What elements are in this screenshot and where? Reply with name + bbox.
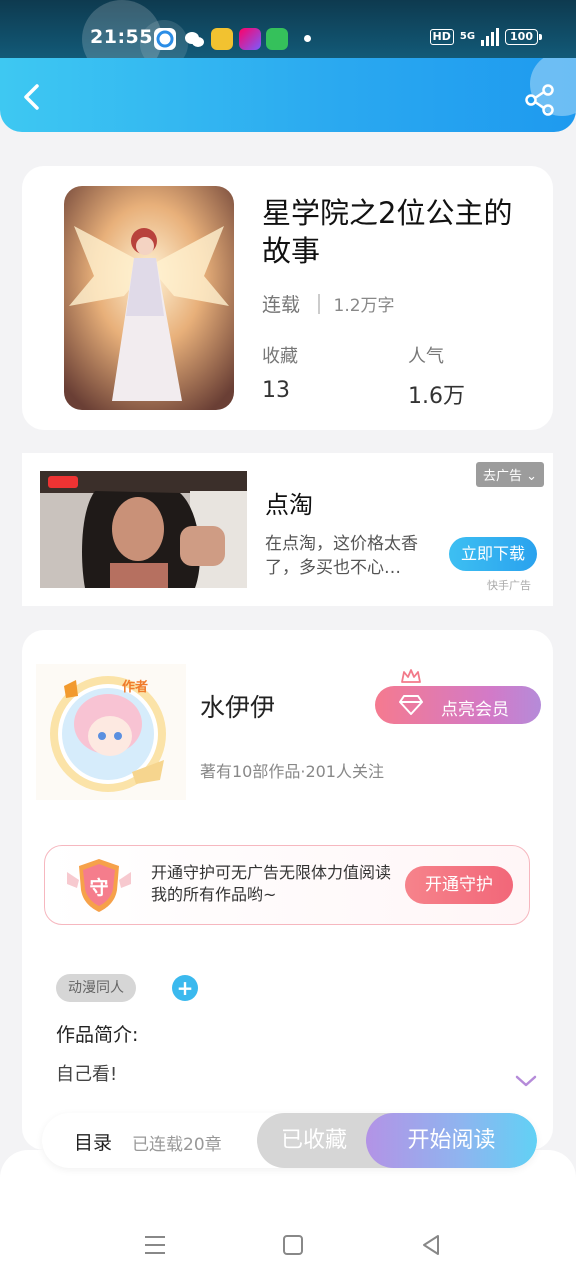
battery-icon: 100 [505,29,542,45]
gallery-app-icon [239,28,261,50]
popularity-stat: 人气 1.6万 [408,342,465,410]
share-icon [525,84,554,116]
favorites-label: 收藏 [262,346,298,367]
top-header [0,58,576,132]
ad-source: 快手广告 [487,579,531,592]
vip-button-label: 点亮会员 [441,700,509,720]
browser-app-icon [154,28,176,50]
book-info-card: 星学院之2位公主的故事 连载 1.2万字 收藏 13 人气 1.6万 [22,166,553,430]
back-triangle-icon[interactable] [418,1232,444,1258]
work-tag[interactable]: 动漫同人 [56,974,136,1002]
home-icon[interactable] [280,1232,306,1258]
reader-app-icon [211,28,233,50]
remove-ad-button[interactable]: 去广告 ⌄ [475,462,544,487]
ad-download-button[interactable]: 立即下载 [449,537,537,571]
chevron-down-icon: ⌄ [526,469,537,484]
remove-ad-label: 去广告 [482,469,522,484]
popularity-label: 人气 [408,346,444,367]
toc-button[interactable]: 目录 [74,1128,112,1155]
expand-chevron-icon[interactable] [515,1074,537,1088]
guard-shield-icon: 守 [67,859,131,912]
clock: 21:55 [90,26,153,48]
ad-banner[interactable]: 点淘 在点淘，这价格太香了，多买也不心… 去广告 ⌄ 立即下载 快手广告 [22,453,553,606]
guard-description: 开通守护可无广告无限体力值阅读我的所有作品哟~ [151,863,392,904]
wechat-app-icon [183,28,205,50]
word-count: 1.2万字 [333,296,395,316]
book-title: 星学院之2位公主的故事 [262,196,513,268]
intro-label: 作品简介: [56,1024,139,1046]
ad-description: 在点淘，这价格太香了，多买也不心… [265,534,418,578]
book-status: 连载 [262,294,301,316]
add-tag-button[interactable]: + [172,975,198,1001]
store-app-icon [266,28,288,50]
ad-title: 点淘 [265,491,313,519]
collected-label: 已收藏 [280,1128,347,1153]
guard-badge-text: 守 [89,876,108,899]
divider [318,293,320,314]
author-avatar[interactable]: 作者 [36,664,186,800]
author-name: 水伊伊 [200,693,276,722]
hd-indicator: HD [429,29,454,45]
network-type: 5G [459,31,476,42]
open-guard-button[interactable]: 开通守护 [405,866,513,904]
ad-image[interactable] [40,471,247,588]
share-button[interactable] [524,84,556,116]
signal-icon [481,28,500,46]
start-reading-button[interactable]: 开始阅读 [366,1113,537,1168]
diamond-icon [399,695,423,715]
book-cover-image[interactable] [64,186,234,410]
crown-icon [401,669,421,683]
favorites-value: 13 [262,378,290,403]
guard-banner: 守 开通守护可无广告无限体力值阅读我的所有作品哟~ 开通守护 [44,845,530,925]
status-bar: 21:55 HD 5G 100 [0,0,576,78]
notification-dot [304,35,311,42]
author-badge: 作者 [122,680,149,695]
vip-button[interactable]: 点亮会员 [375,669,541,724]
bottom-action-bar: 目录 已连载20章 已收藏 开始阅读 [42,1113,537,1168]
popularity-value: 1.6万 [408,384,465,409]
intro-text: 自己看! [56,1064,118,1085]
menu-icon[interactable] [142,1232,168,1258]
book-meta: 连载 1.2万字 [262,290,395,317]
author-stats: 著有10部作品·201人关注 [200,762,384,781]
chevron-left-icon [24,84,39,110]
system-nav-bar [0,1216,576,1274]
author-card: 作者 水伊伊 著有10部作品·201人关注 点亮会员 守 开通守护可无广告无限体… [22,630,553,1150]
chapter-count: 已连载20章 [132,1135,222,1155]
back-button[interactable] [18,82,48,112]
favorites-stat: 收藏 13 [262,342,298,403]
